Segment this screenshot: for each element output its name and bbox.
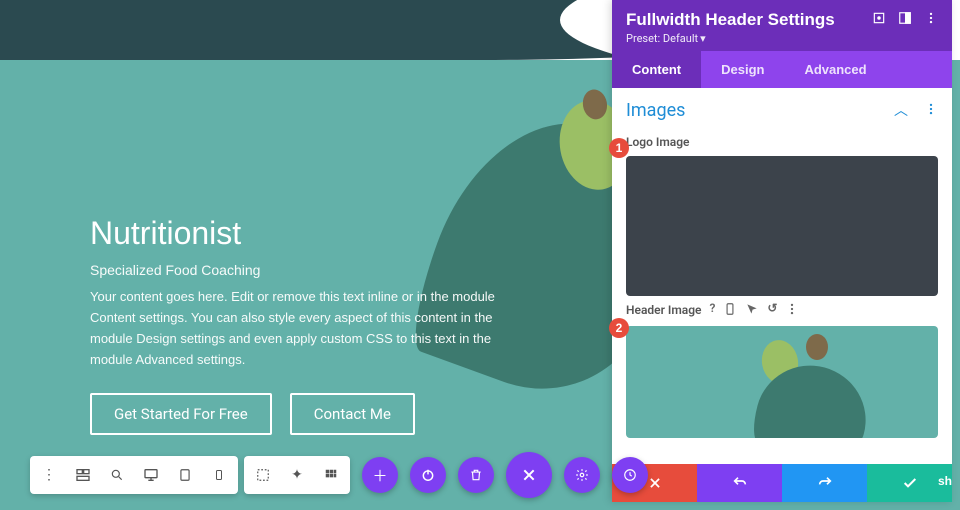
hero-content: ESTABLISED 1990 Nutritionist Specialized… bbox=[90, 160, 530, 435]
settings-button[interactable] bbox=[564, 457, 600, 493]
tab-advanced[interactable]: Advanced bbox=[784, 51, 886, 88]
tab-design[interactable]: Design bbox=[701, 51, 784, 88]
images-section-title: Images bbox=[626, 102, 685, 120]
logo-arc-mini: ESTABLISED 1990 bbox=[632, 206, 932, 246]
callout-badge-1: 1 bbox=[609, 138, 629, 158]
help-icon[interactable]: ? bbox=[710, 302, 716, 318]
panel-tabs: Content Design Advanced bbox=[612, 51, 952, 88]
page-canvas: ESTABLISED 1990 Nutritionist Specialized… bbox=[0, 0, 960, 510]
panel-body: Images ︿ Logo Image ESTABLISED 1990 Head… bbox=[612, 88, 952, 464]
panel-title: Fullwidth Header Settings bbox=[626, 10, 835, 30]
close-builder-button[interactable] bbox=[506, 452, 552, 498]
tablet-icon[interactable] bbox=[170, 460, 200, 490]
settings-panel: Fullwidth Header Settings Preset: Defaul… bbox=[612, 0, 952, 502]
contact-me-button[interactable]: Contact Me bbox=[290, 393, 415, 435]
logo-arc-text: ESTABLISED 1990 bbox=[130, 160, 490, 210]
header-image-label: Header Image ? ↺ bbox=[626, 302, 938, 318]
images-section-header[interactable]: Images ︿ bbox=[626, 98, 938, 130]
save-button[interactable] bbox=[867, 464, 952, 502]
kebab-menu-icon[interactable] bbox=[924, 10, 938, 24]
reset-icon[interactable]: ↺ bbox=[767, 302, 777, 318]
preset-selector[interactable]: Preset: Default▾ bbox=[626, 32, 938, 45]
panel-header: Fullwidth Header Settings Preset: Defaul… bbox=[612, 0, 952, 51]
leaf-icon bbox=[806, 334, 828, 360]
hero-tagline: Specialized Food Coaching bbox=[90, 260, 530, 281]
add-button[interactable]: ＋ bbox=[362, 457, 398, 493]
logo-image-thumbnail[interactable]: ESTABLISED 1990 bbox=[626, 156, 938, 296]
grid-icon[interactable] bbox=[316, 460, 346, 490]
history-button[interactable] bbox=[612, 457, 648, 493]
desktop-icon[interactable] bbox=[136, 460, 166, 490]
callout-badge-2: 2 bbox=[609, 318, 629, 338]
get-started-button[interactable]: Get Started For Free bbox=[90, 393, 272, 435]
snap-right-icon[interactable] bbox=[898, 10, 912, 24]
toolbar-group-actions: ✦ bbox=[244, 456, 350, 494]
power-button[interactable] bbox=[410, 457, 446, 493]
redo-button[interactable] bbox=[782, 464, 867, 502]
header-image-thumbnail[interactable] bbox=[626, 326, 938, 438]
hero-button-row: Get Started For Free Contact Me bbox=[90, 393, 530, 435]
logo-image-label: Logo Image bbox=[626, 136, 938, 148]
builder-toolbar: ⋮ ✦ ＋ bbox=[30, 454, 648, 496]
toolbar-group-view: ⋮ bbox=[30, 456, 238, 494]
kebab-menu-icon[interactable] bbox=[924, 102, 938, 120]
mobile-icon[interactable] bbox=[204, 460, 234, 490]
expand-icon[interactable] bbox=[872, 10, 886, 24]
zoom-icon[interactable] bbox=[102, 460, 132, 490]
hero-description: Your content goes here. Edit or remove t… bbox=[90, 287, 530, 370]
trash-button[interactable] bbox=[458, 457, 494, 493]
kebab-menu-icon[interactable]: ⋮ bbox=[34, 460, 64, 490]
chevron-up-icon[interactable]: ︿ bbox=[894, 104, 908, 118]
mobile-icon[interactable] bbox=[723, 302, 737, 318]
tab-content[interactable]: Content bbox=[612, 51, 701, 88]
magic-icon[interactable]: ✦ bbox=[282, 460, 312, 490]
kebab-menu-icon[interactable] bbox=[785, 302, 799, 318]
wireframe-icon[interactable] bbox=[68, 460, 98, 490]
undo-button[interactable] bbox=[697, 464, 782, 502]
select-icon[interactable] bbox=[248, 460, 278, 490]
panel-footer bbox=[612, 464, 952, 502]
hover-icon[interactable] bbox=[745, 302, 759, 318]
hero-title: Nutritionist bbox=[90, 214, 530, 252]
